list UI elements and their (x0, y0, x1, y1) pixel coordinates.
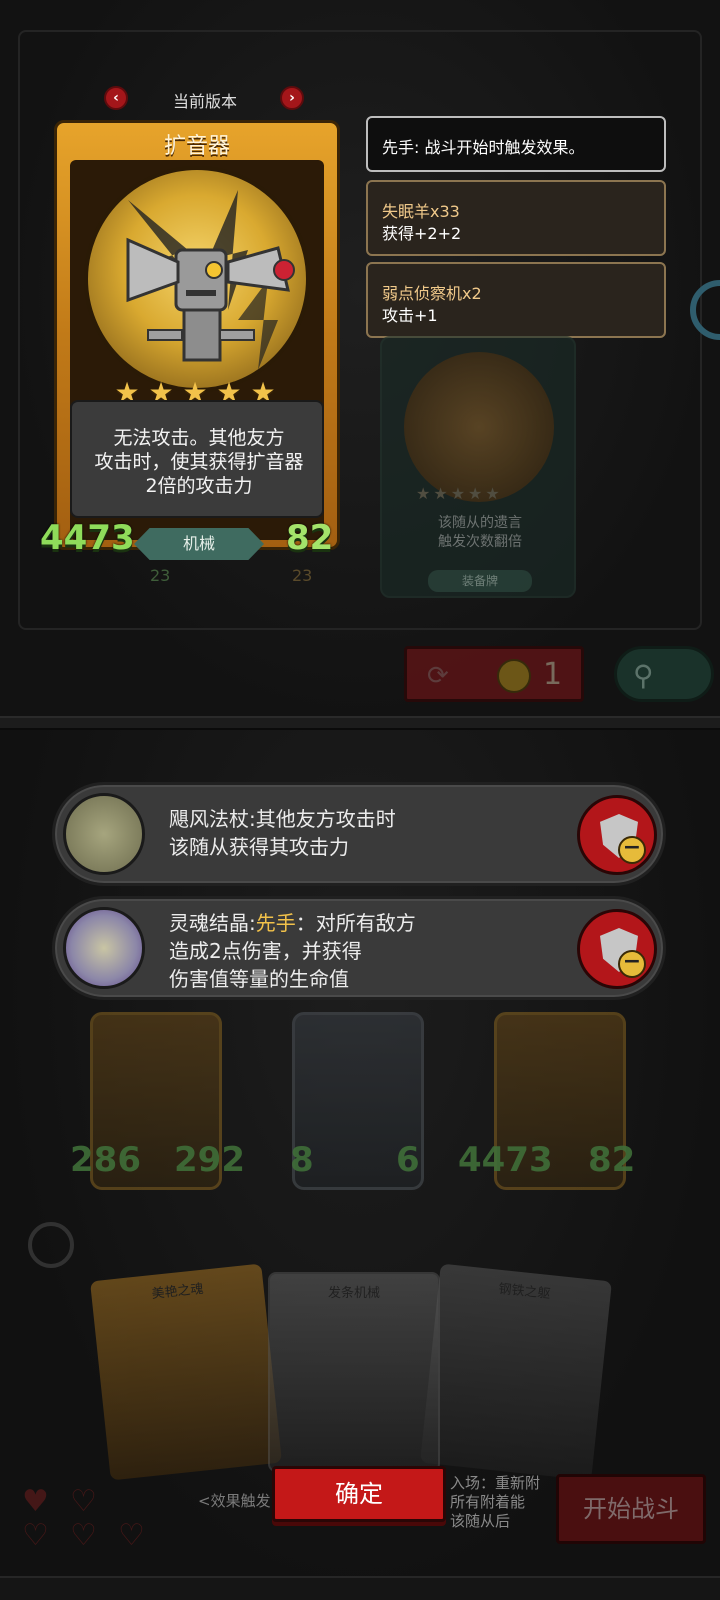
star-rating: ★★★★★ (416, 484, 503, 503)
effect-line: 伤害值等量的生命值 (169, 967, 349, 991)
desc-line: 2倍的攻击力 (145, 475, 253, 497)
effect-text: 飓风法杖:其他友方攻击时 该随从获得其攻击力 (169, 805, 396, 861)
card-description-box: 无法攻击。其他友方 攻击时，使其获得扩音器 2倍的攻击力 (70, 400, 324, 518)
desc-line: 触发次数翻倍 (438, 534, 522, 550)
effect-line: 灵魂结晶:先手：对所有敌方 (169, 909, 416, 937)
board-search-icon[interactable] (28, 1222, 74, 1268)
buff-entry: 弱点侦察机x2 攻击+1 (366, 262, 666, 338)
hand-card[interactable]: 发条机械 (268, 1272, 440, 1472)
card-type-tag: 机械 (134, 528, 264, 560)
heart-icon: ♡ (118, 1518, 145, 1553)
effect-line: 该随从获得其攻击力 (169, 835, 349, 859)
equipment-card[interactable]: ★★★★★ 该随从的遗言 触发次数翻倍 装备牌 (380, 336, 576, 598)
prev-version-button[interactable]: ‹ (104, 86, 128, 110)
heart-icon: ♡ (70, 1484, 97, 1519)
confirm-button[interactable]: 确定 (272, 1466, 446, 1522)
heart-icon: ♥ (22, 1484, 49, 1519)
start-battle-button[interactable]: 开始战斗 (556, 1474, 706, 1544)
desc-line: 攻击时，使其获得扩音器 (94, 451, 304, 473)
fragment-line: 该随从后 (450, 1512, 511, 1530)
fragment-line: 入场：重新附 (450, 1474, 541, 1492)
minus-icon: − (618, 950, 646, 978)
effect-item-storm-staff: 飓风法杖:其他友方攻击时 该随从获得其攻击力 − (52, 782, 666, 886)
desc-line: 无法攻击。其他友方 (113, 427, 285, 449)
buff-source: 弱点侦察机x2 (382, 284, 482, 303)
buff-entry: 失眠羊x33 获得+2+2 (366, 180, 666, 256)
minion-attack: 286 (70, 1140, 141, 1180)
base-attack: 23 (150, 566, 171, 585)
card-attack: 4473 (40, 518, 135, 558)
keyword-text: 先手: 战斗开始时触发效果。 (382, 138, 585, 157)
refresh-button[interactable]: ⟳ 1 (404, 646, 584, 702)
next-version-button[interactable]: › (280, 86, 304, 110)
card-detail-panel: ‹ 当前版本 › 扩音器 ★ ★ ★ ★ ★ 无法攻击。其他友方 攻击时，使其获… (0, 0, 720, 730)
minus-icon: − (618, 836, 646, 864)
crystal-icon (63, 907, 145, 989)
megaphone-robot-portrait (84, 166, 310, 392)
version-selector: ‹ 当前版本 › (104, 86, 304, 112)
game-screen: ‹ 当前版本 › 扩音器 ★ ★ ★ ★ ★ 无法攻击。其他友方 攻击时，使其获… (0, 0, 720, 1600)
heart-icon: ♡ (70, 1518, 97, 1553)
search-icon: ⚲ (633, 659, 654, 692)
minion-attack: 4473 (458, 1140, 553, 1180)
minion-health: 6 (396, 1140, 420, 1180)
featured-card[interactable]: 扩音器 ★ ★ ★ ★ ★ 无法攻击。其他友方 攻击时，使其获得扩音器 2倍的攻… (40, 120, 340, 590)
refresh-cost: 1 (543, 657, 563, 692)
buff-source: 失眠羊x33 (382, 202, 460, 221)
effect-line: 飓风法杖:其他友方攻击时 (169, 807, 396, 831)
remove-effect-button[interactable]: − (577, 909, 657, 989)
panel-divider (0, 716, 720, 730)
effect-name: 灵魂结晶: (169, 911, 256, 935)
search-button[interactable]: ⚲ (614, 646, 714, 702)
effect-text: 灵魂结晶:先手：对所有敌方 造成2点伤害，并获得 伤害值等量的生命值 (169, 909, 416, 993)
footer-bar (0, 1576, 720, 1600)
hand-card[interactable]: 美艳之魂 (90, 1263, 282, 1481)
version-label: 当前版本 (172, 92, 237, 111)
desc-line: 该随从的遗言 (438, 515, 522, 531)
fragment-line: 所有附着能 (450, 1493, 526, 1511)
minion-attack: 8 (290, 1140, 314, 1180)
hand-card-text-fragment: 入场：重新附 所有附着能 该随从后 (450, 1474, 540, 1531)
minion-health: 292 (174, 1140, 245, 1180)
keyword-tooltip: 先手: 战斗开始时触发效果。 (366, 116, 666, 172)
effect-keyword: 先手 (255, 911, 296, 935)
hand-card[interactable]: 钢铁之躯 (420, 1263, 612, 1481)
base-health: 23 (292, 566, 313, 585)
skull-shield-portrait (404, 352, 554, 502)
buff-detail: 攻击+1 (382, 306, 438, 325)
card-name: 扩音器 (163, 134, 230, 159)
remove-effect-button[interactable]: − (577, 795, 657, 875)
refresh-icon: ⟳ (427, 661, 449, 691)
heart-icon: ♡ (22, 1518, 49, 1553)
minion-health: 82 (588, 1140, 636, 1180)
card-description: 无法攻击。其他友方 攻击时，使其获得扩音器 2倍的攻击力 (80, 426, 318, 498)
hand-card-text-fragment: <效果触发 (198, 1492, 271, 1510)
staff-icon (63, 793, 145, 875)
hand-card-title: 发条机械 (327, 1286, 380, 1301)
buff-detail: 获得+2+2 (382, 224, 462, 243)
effect-item-soul-crystal: 灵魂结晶:先手：对所有敌方 造成2点伤害，并获得 伤害值等量的生命值 − (52, 896, 666, 1000)
lives-indicator: ♥ ♡ ♡ ♡ ♡ (18, 1484, 168, 1564)
card-health: 82 (286, 518, 334, 558)
effect-line-rest: ：对所有敌方 (295, 911, 416, 935)
equipment-tag: 装备牌 (428, 570, 532, 592)
coin-icon (497, 659, 531, 693)
equipment-description: 该随从的遗言 触发次数翻倍 (412, 514, 548, 552)
effect-line: 造成2点伤害，并获得 (169, 939, 362, 963)
